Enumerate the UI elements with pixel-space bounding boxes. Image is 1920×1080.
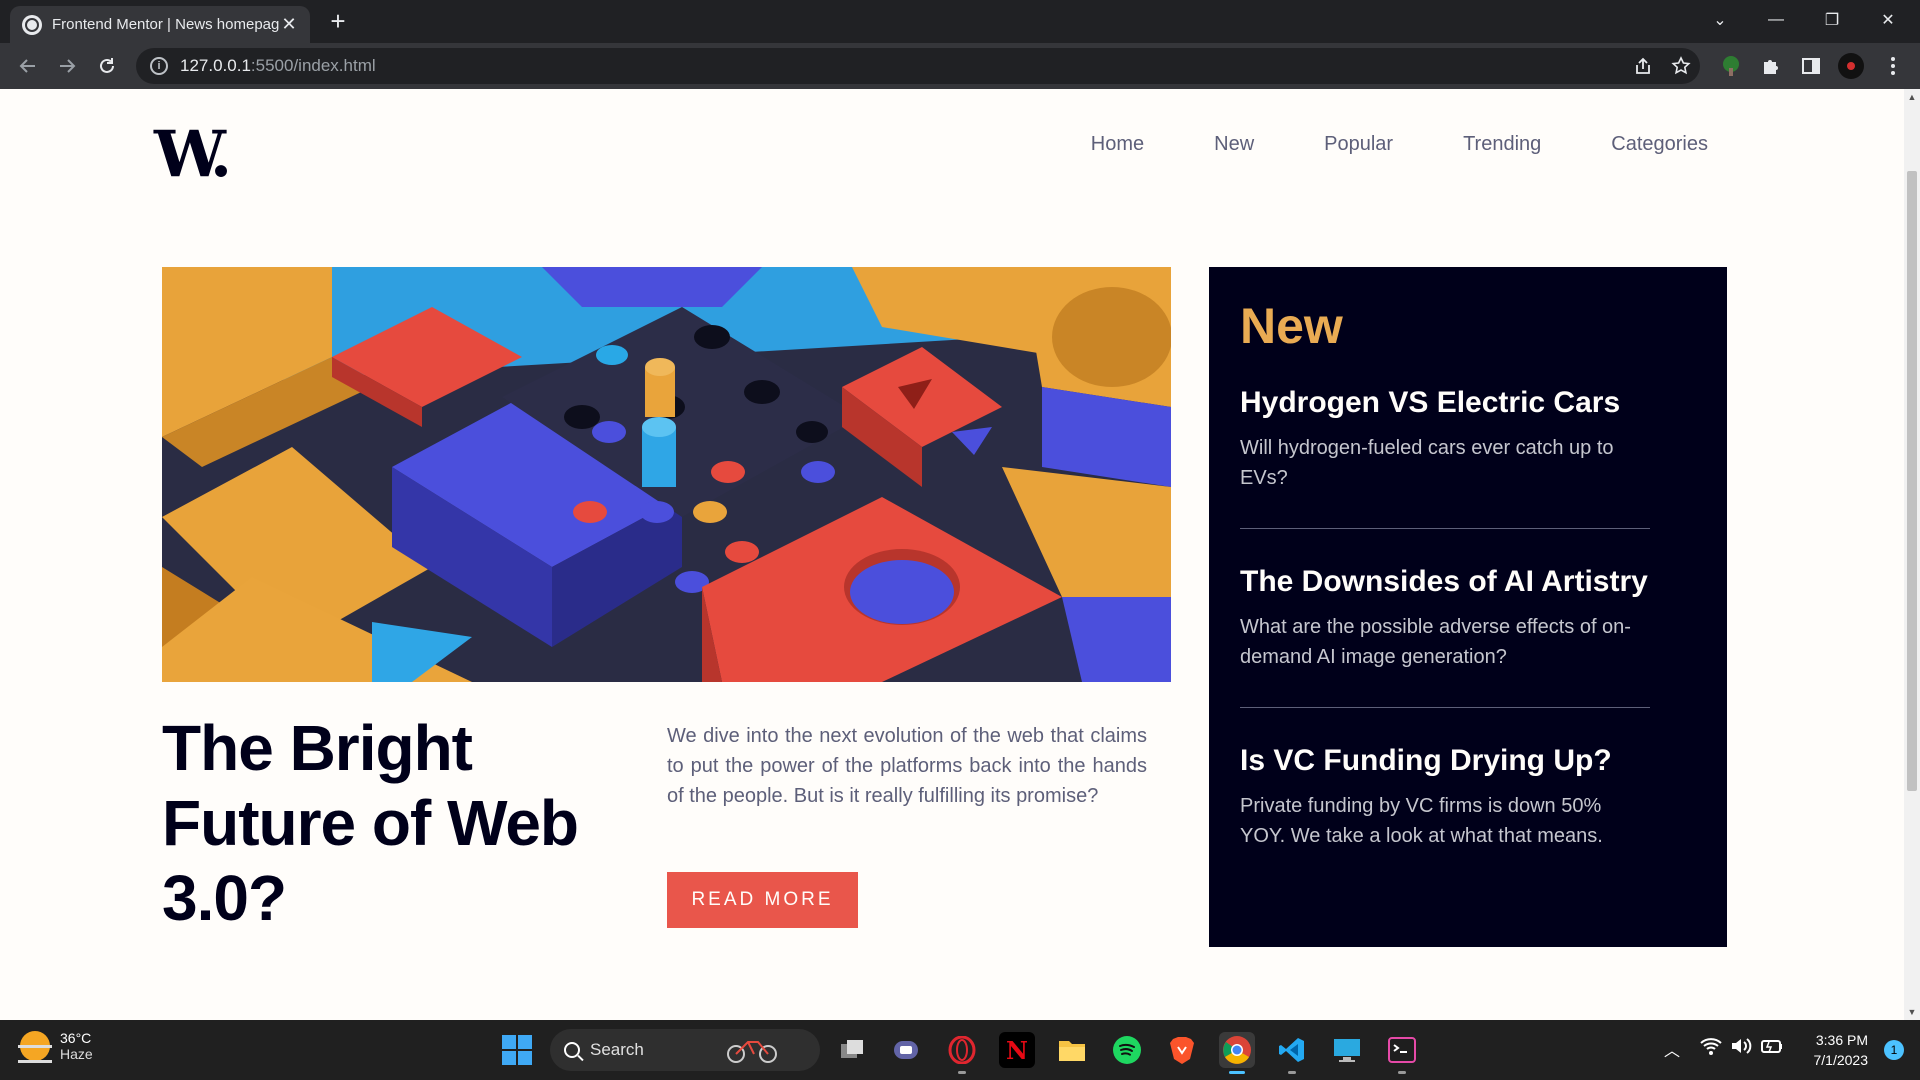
taskbar-search[interactable]: Search: [550, 1029, 820, 1071]
browser-tab[interactable]: Frontend Mentor | News homepage ✕: [10, 6, 310, 43]
bicycle-search-highlight-icon: [726, 1041, 777, 1063]
opera-browser-icon[interactable]: [944, 1032, 980, 1074]
nav-trending[interactable]: Trending: [1463, 133, 1541, 156]
new-article-item[interactable]: Is VC Funding Drying Up? Private funding…: [1240, 743, 1650, 886]
new-article-item[interactable]: The Downsides of AI Artistry What are th…: [1240, 564, 1650, 708]
chrome-browser-icon[interactable]: [1219, 1032, 1255, 1074]
nav-popular[interactable]: Popular: [1324, 133, 1393, 156]
file-explorer-icon[interactable]: [1054, 1032, 1090, 1068]
url-path: :5500/index.html: [250, 56, 376, 75]
volume-icon[interactable]: [1730, 1036, 1752, 1061]
nav-categories[interactable]: Categories: [1611, 133, 1708, 156]
extension-tree-icon[interactable]: [1716, 51, 1746, 81]
haze-weather-icon: [18, 1031, 52, 1063]
windows-taskbar: 36°C Haze Search N ︿ 3:36 PM 7/1/2023 1: [0, 1020, 1920, 1080]
browser-tab-bar: Frontend Mentor | News homepage ✕ + ⌄ — …: [0, 0, 1920, 43]
running-indicator: [958, 1071, 966, 1074]
minimize-button[interactable]: —: [1748, 0, 1804, 40]
battery-icon[interactable]: [1760, 1036, 1784, 1061]
site-logo[interactable]: W.: [154, 117, 232, 192]
weather-temperature: 36°C: [60, 1030, 92, 1046]
extensions-puzzle-icon[interactable]: [1756, 51, 1786, 81]
task-view-icon[interactable]: [834, 1032, 870, 1068]
taskbar-search-label: Search: [590, 1040, 644, 1059]
scroll-down-icon[interactable]: ▼: [1904, 1004, 1920, 1020]
url-host: 127.0.0.1: [180, 56, 251, 75]
weather-description: Haze: [60, 1046, 93, 1062]
restore-button[interactable]: ❐: [1804, 0, 1860, 40]
running-indicator: [1398, 1071, 1406, 1074]
profile-avatar-icon[interactable]: [1836, 51, 1866, 81]
address-bar[interactable]: i 127.0.0.1:5500/index.html: [136, 48, 1700, 84]
page-viewport: W. Home New Popular Trending Categories: [0, 89, 1904, 1020]
hero-title: The Bright Future of Web 3.0?: [162, 712, 579, 934]
active-indicator: [1229, 1071, 1245, 1074]
spotify-icon[interactable]: [1109, 1032, 1145, 1068]
tab-search-icon[interactable]: ⌄: [1692, 0, 1748, 40]
new-article-text: Private funding by VC firms is down 50% …: [1240, 795, 1603, 847]
new-articles-panel: New Hydrogen VS Electric Cars Will hydro…: [1209, 267, 1727, 947]
back-icon[interactable]: [14, 52, 42, 80]
show-hidden-icons-chevron[interactable]: ︿: [1664, 1037, 1680, 1061]
wifi-icon[interactable]: [1700, 1036, 1722, 1061]
tab-close-icon[interactable]: ✕: [280, 14, 298, 35]
hero-image: [162, 267, 1171, 682]
terminal-icon[interactable]: [1384, 1032, 1420, 1074]
forward-icon[interactable]: [53, 52, 81, 80]
notification-badge[interactable]: 1: [1884, 1040, 1904, 1060]
bookmark-star-icon[interactable]: [1666, 51, 1696, 81]
nav-home[interactable]: Home: [1091, 133, 1144, 156]
browser-menu-icon[interactable]: [1878, 51, 1908, 81]
new-article-title[interactable]: Is VC Funding Drying Up?: [1240, 743, 1650, 779]
clock-date: 7/1/2023: [1813, 1052, 1869, 1068]
new-tab-button[interactable]: +: [324, 6, 352, 36]
remote-desktop-icon[interactable]: [1329, 1032, 1365, 1068]
read-more-button[interactable]: READ MORE: [667, 872, 858, 928]
tab-title: Frontend Mentor | News homepage: [52, 16, 280, 33]
site-info-icon[interactable]: i: [150, 57, 168, 75]
reload-icon[interactable]: [93, 52, 121, 80]
running-indicator: [1288, 1071, 1296, 1074]
side-panel-icon[interactable]: [1796, 51, 1826, 81]
close-window-button[interactable]: ✕: [1860, 0, 1916, 40]
netflix-icon[interactable]: N: [999, 1032, 1035, 1068]
weather-widget[interactable]: 36°C Haze: [18, 1030, 93, 1063]
share-icon[interactable]: [1628, 51, 1658, 81]
new-article-item[interactable]: Hydrogen VS Electric Cars Will hydrogen-…: [1240, 385, 1650, 529]
new-section-title: New: [1240, 298, 1343, 354]
hero-description: We dive into the next evolution of the w…: [667, 725, 1147, 807]
system-clock[interactable]: 3:36 PM 7/1/2023: [1814, 1030, 1869, 1070]
windows-start-icon[interactable]: [502, 1035, 532, 1065]
new-article-text: What are the possible adverse effects of…: [1240, 616, 1631, 668]
browser-toolbar: i 127.0.0.1:5500/index.html: [0, 43, 1920, 89]
page-scrollbar[interactable]: ▲ ▼: [1904, 89, 1920, 1020]
main-nav: Home New Popular Trending Categories: [1091, 133, 1708, 156]
teams-chat-icon[interactable]: [888, 1032, 924, 1068]
scroll-up-icon[interactable]: ▲: [1904, 89, 1920, 105]
search-icon: [564, 1042, 580, 1058]
new-article-title[interactable]: The Downsides of AI Artistry: [1240, 564, 1650, 600]
favicon-icon: [22, 14, 42, 35]
new-article-text: Will hydrogen-fueled cars ever catch up …: [1240, 437, 1614, 489]
clock-time: 3:36 PM: [1815, 1032, 1868, 1048]
nav-new[interactable]: New: [1214, 133, 1254, 156]
scroll-thumb[interactable]: [1907, 171, 1917, 791]
brave-browser-icon[interactable]: [1164, 1032, 1200, 1068]
new-article-title[interactable]: Hydrogen VS Electric Cars: [1240, 385, 1650, 421]
vscode-icon[interactable]: [1274, 1032, 1310, 1074]
